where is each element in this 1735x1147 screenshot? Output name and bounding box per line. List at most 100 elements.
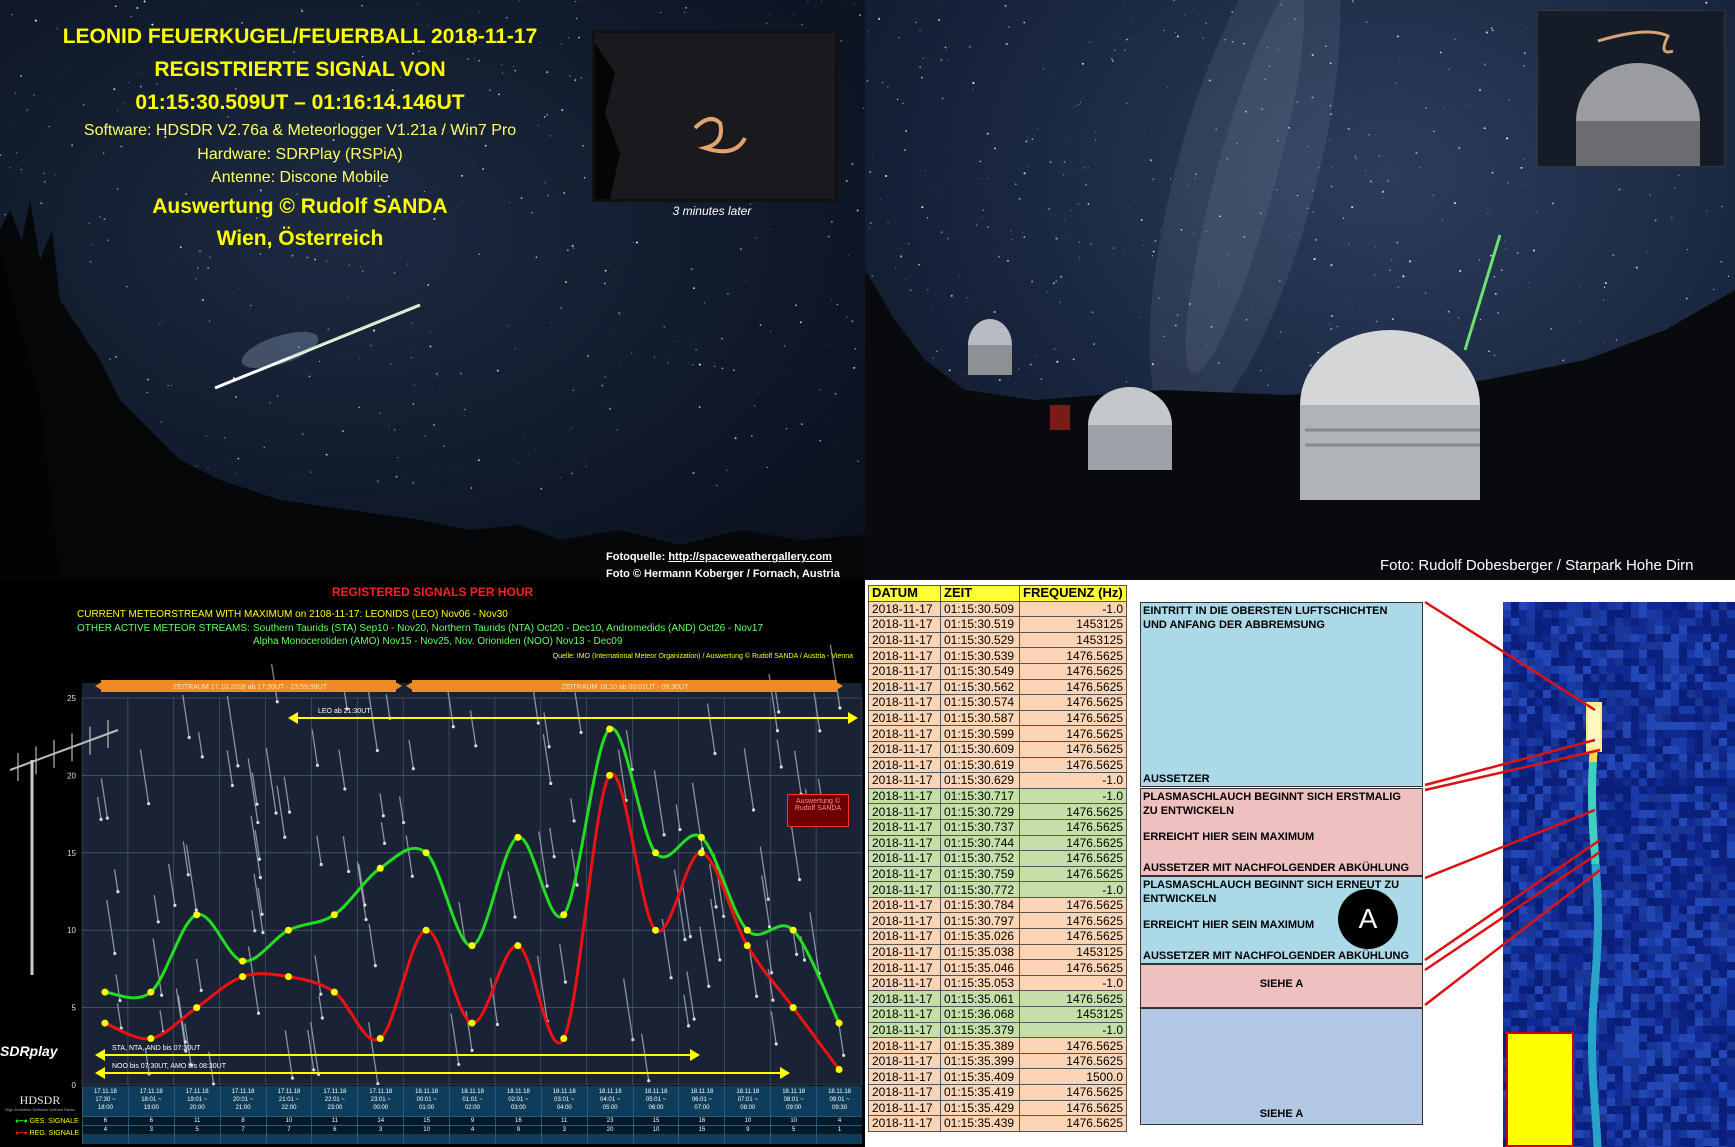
- category-column: 18.11.18 02:01 ~ 03:00 16 9: [494, 1086, 541, 1144]
- meteor-background: [82, 644, 862, 1086]
- y-tick-label: 5: [72, 1004, 77, 1013]
- data-point: [697, 833, 705, 841]
- data-point: [835, 1019, 843, 1027]
- category-column: 18.11.18 04:01 ~ 05:00 23 20: [586, 1086, 633, 1144]
- observatory-credit: Foto: Rudolf Dobesberger / Starpark Hohe…: [1380, 557, 1694, 574]
- category-date: 18.11.18: [461, 1089, 484, 1095]
- data-point: [560, 1035, 568, 1043]
- category-time-start: 05:01 ~: [645, 1097, 667, 1103]
- category-time-end: 09:00: [786, 1105, 802, 1111]
- antenna-line: Antenne: Discone Mobile: [211, 169, 389, 186]
- data-point: [193, 911, 201, 919]
- data-point: [101, 988, 109, 996]
- category-column: 17.11.18 23:01 ~ 00:00 14 3: [357, 1086, 404, 1144]
- reg-value: 4: [83, 1125, 128, 1134]
- category-time-start: 17:30 ~: [95, 1097, 116, 1103]
- hdsdr-logo: HDSDR: [19, 1093, 61, 1107]
- category-date: 18.11.18: [506, 1089, 530, 1095]
- ges-value: 16: [679, 1116, 725, 1125]
- category-date: 17.11.18: [231, 1089, 255, 1095]
- y-tick-label: 10: [67, 926, 76, 935]
- category-time-start: 09:01 ~: [829, 1097, 850, 1103]
- ges-value: 6: [83, 1116, 128, 1125]
- data-point: [376, 864, 384, 872]
- data-point: [422, 926, 430, 934]
- ges-value: 23: [587, 1116, 633, 1125]
- ges-value: 11: [541, 1116, 587, 1125]
- data-point: [468, 942, 476, 950]
- category-column: 17.11.18 22:01 ~ 23:00 11 6: [311, 1086, 358, 1144]
- category-date: 18.11.18: [644, 1089, 668, 1095]
- category-time-end: 04:00: [556, 1105, 572, 1111]
- author-box: Auswertung © Rudolf SANDA: [787, 794, 849, 827]
- data-point: [376, 1035, 384, 1043]
- category-column: 18.11.18 01:01 ~ 02:00 9 4: [449, 1086, 495, 1144]
- category-date: 17.11.18: [139, 1089, 163, 1095]
- fireball-photo-panel: LEONID FEUERKUGEL/FEUERBALL 2018-11-17 R…: [0, 0, 865, 580]
- category-time-start: 02:01 ~: [508, 1097, 529, 1103]
- persistent-train: [595, 43, 747, 199]
- category-time-start: 22:01 ~: [324, 1097, 345, 1103]
- hdsdr-logo-sub: High Definition Software Defined Radio: [5, 1107, 75, 1112]
- signal-log-panel: DATUM ZEIT FREQUENZ (Hz) 2018-11-17 01:15…: [865, 580, 1735, 1147]
- category-time-start: 04:01 ~: [600, 1097, 621, 1103]
- photo-source: Fotoquelle: http://spaceweathergallery.c…: [606, 551, 832, 563]
- category-time-end: 06:00: [648, 1105, 664, 1111]
- reg-value: 15: [679, 1125, 725, 1134]
- noo-label: NOO bis 07:30UT, AMO bis 08:30UT: [112, 1063, 227, 1070]
- photo-credit: Foto © Hermann Koberger / Fornach, Austr…: [606, 568, 840, 580]
- reg-value: 3: [128, 1125, 174, 1134]
- data-point: [193, 1004, 201, 1012]
- category-date: 18.11.18: [552, 1089, 576, 1095]
- category-column: 18.11.18 08:01 ~ 09:00 10 5: [770, 1086, 817, 1144]
- reg-value: 7: [266, 1125, 312, 1134]
- y-tick-label: 0: [72, 1081, 77, 1090]
- data-point: [697, 849, 705, 857]
- data-point: [743, 926, 751, 934]
- data-point: [652, 926, 660, 934]
- ges-value: 10: [266, 1116, 312, 1125]
- fireball-title-1: LEONID FEUERKUGEL/FEUERBALL 2018-11-17: [62, 25, 538, 48]
- reg-value: 20: [587, 1125, 633, 1134]
- data-point: [789, 926, 797, 934]
- category-column: 18.11.18 00:01 ~ 01:00 15 10: [403, 1086, 450, 1144]
- category-column: 17.11.18 21:01 ~ 22:00 10 7: [265, 1086, 312, 1144]
- photo-source-link[interactable]: http://spaceweathergallery.com: [668, 551, 832, 563]
- category-time-end: 09:30: [832, 1105, 848, 1111]
- ges-value: 14: [358, 1116, 404, 1125]
- category-time-end: 23:00: [327, 1105, 343, 1111]
- category-table: 17.11.18 17:30 ~18:00 6 4 17.11.18 18:01 ~19:…: [82, 1086, 862, 1144]
- category-date: 17.11.18: [369, 1089, 393, 1095]
- signals-chart-panel: REGISTERED SIGNALS PER HOUR CURRENT METE…: [0, 580, 865, 1147]
- data-point: [606, 725, 614, 733]
- category-date: 18.11.18: [690, 1089, 714, 1095]
- author-box-line-1: Auswertung ©: [795, 798, 841, 805]
- reg-value: 1: [817, 1125, 862, 1134]
- reg-value: 6: [312, 1125, 358, 1134]
- reg-value: 7: [220, 1125, 266, 1134]
- data-point: [239, 973, 247, 981]
- category-time-start: 06:01 ~: [691, 1097, 712, 1103]
- legend-reg: ●━● REG. SIGNALE: [15, 1130, 80, 1137]
- ges-value: 15: [633, 1116, 679, 1125]
- period-label-2: ZEITRAUM 18.10 ab 00:01UT - 09:30UT: [562, 684, 689, 691]
- data-point: [422, 849, 430, 857]
- legend-ges-label: GES. SIGNALE: [29, 1118, 79, 1125]
- inset-caption: 3 minutes later: [672, 204, 752, 218]
- data-point: [284, 926, 292, 934]
- category-date: 17.11.18: [277, 1089, 301, 1095]
- category-column: 17.11.18 19:01 ~ 20:00 11 5: [173, 1086, 220, 1144]
- category-time-end: 07:00: [694, 1105, 710, 1111]
- reg-value: 10: [633, 1125, 679, 1134]
- ges-value: 8: [220, 1116, 266, 1125]
- data-point: [835, 1066, 843, 1074]
- data-point: [330, 911, 338, 919]
- category-date: 18.11.18: [736, 1089, 760, 1095]
- category-time-end: 02:00: [464, 1105, 480, 1111]
- category-column: 17.11.18 20:01 ~ 21:00 8 7: [219, 1086, 266, 1144]
- y-tick-label: 15: [67, 849, 76, 858]
- hardware-line: Hardware: SDRPlay (RSPiA): [197, 146, 403, 163]
- ges-value: 11: [174, 1116, 220, 1125]
- category-time-end: 21:00: [235, 1105, 251, 1111]
- category-time-start: 23:01 ~: [370, 1097, 391, 1103]
